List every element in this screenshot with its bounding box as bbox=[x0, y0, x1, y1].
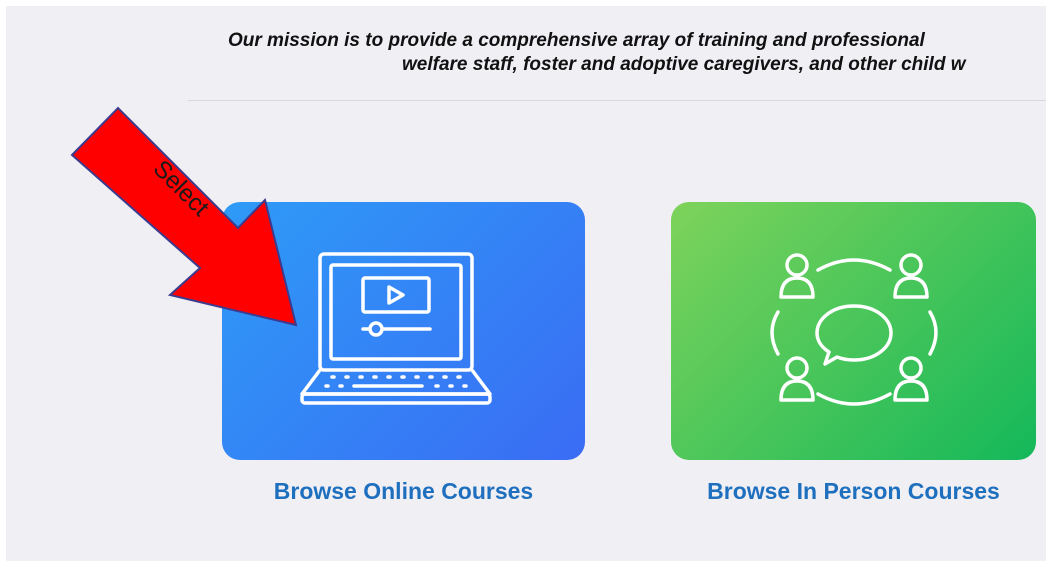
in-person-courses-tile[interactable] bbox=[671, 202, 1036, 460]
browse-online-courses-link[interactable]: Browse Online Courses bbox=[222, 478, 585, 505]
group-chat-icon bbox=[770, 253, 938, 406]
select-arrow-annotation: Select bbox=[70, 106, 298, 327]
mission-line-2: welfare staff, foster and adoptive careg… bbox=[402, 54, 966, 75]
arrow-icon bbox=[70, 106, 298, 327]
divider bbox=[188, 100, 1046, 101]
mission-line-1: Our mission is to provide a comprehensiv… bbox=[228, 30, 925, 51]
browse-in-person-courses-link[interactable]: Browse In Person Courses bbox=[671, 478, 1036, 505]
